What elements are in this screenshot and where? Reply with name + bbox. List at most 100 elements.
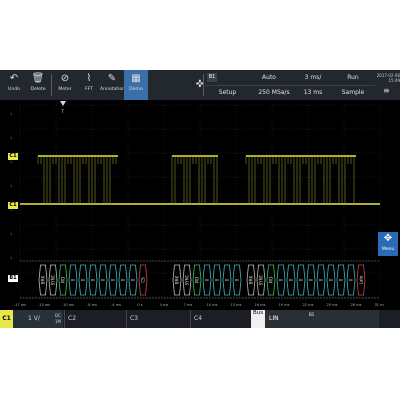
demo-icon: ▦ [131,73,141,84]
time-axis-label: -8 ms [87,303,97,307]
time-axis-label: -10 ms [62,303,75,307]
menu-icon: ✥ [383,233,393,244]
meter-icon: ⊘ [60,73,70,84]
acq-mode[interactable]: Sample [330,85,376,100]
time-axis-label: -4 ms [111,303,121,307]
decode-token-label: 0 [279,278,284,281]
c4-channel-tab[interactable]: C4 [190,310,251,328]
fft-button[interactable]: ⌇ FFT [77,70,101,100]
decode-token-label: BRK [249,276,254,285]
waveform-area[interactable]: 11111111TBRKSYNCPID0000000CSBRKSYNCPID00… [8,101,384,309]
time-axis-label: 22 ms [302,303,313,307]
c4-label: C4 [194,315,203,322]
datetime: 2017-02-06 15:49 [376,73,400,83]
bus-protocol-tab[interactable]: LIN B1 [265,310,379,328]
time-axis-label: 28 ms [350,303,361,307]
decode-token-label: BRK [175,276,180,285]
axis-tick-label: 1 [10,256,12,260]
decode-token-label: 0 [91,278,96,281]
decode-token-label: 0 [289,278,294,281]
meter-label: Meter [58,87,72,92]
time-axis-label: -17 ms [14,303,27,307]
time-axis-label: 19 ms [278,303,289,307]
axis-tick-label: 1 [10,112,12,116]
c1-upper-label: C1 T [8,153,18,166]
decode-token-label: 0 [319,278,324,281]
sample-rate: 250 MSa/s [258,89,290,96]
axis-tick-label: 1 [10,136,12,140]
setup-button[interactable]: Setup [205,85,250,100]
decode-token-label: 0 [225,278,230,281]
undo-label: Undo [7,87,20,92]
c1-channel-tab[interactable]: C1 1 V/ DC 1M [0,310,63,328]
c2-channel-tab[interactable]: C2 [64,310,125,328]
c3-label: C3 [130,315,139,322]
decode-token-label: 0 [205,278,210,281]
trigger-mode[interactable]: Auto [240,70,298,85]
decode-token-label: PID [195,277,200,284]
undo-icon: ↶ [9,73,19,84]
c3-channel-tab[interactable]: C3 [126,310,187,328]
demo-button[interactable]: ▦ Demo [124,70,148,100]
decode-token-label: 0 [121,278,126,281]
decode-token-label: SYNC [51,274,56,285]
oscilloscope-screen: ↶ Undo 🗑 Delete ⊘ Meter ⌇ FFT ✎ Annotati… [0,70,400,328]
run-state[interactable]: Run [330,70,376,85]
time-axis-label: 10 ms [206,303,217,307]
c1-scale: 1 V/ [28,315,40,322]
meter-button[interactable]: ⊘ Meter [53,70,77,100]
decode-token-label: SYNC [259,274,264,285]
delete-button[interactable]: 🗑 Delete [26,70,50,100]
bus-tag[interactable]: Bus [251,310,265,328]
decode-token-label: 0 [329,278,334,281]
trash-icon: 🗑 [31,73,45,84]
time-axis-label: 7 ms [184,303,193,307]
c1-label: C1 [8,202,18,209]
decode-token-label: SYNC [185,274,190,285]
decode-token-label: 0 [299,278,304,281]
c2-label: C2 [68,315,77,322]
time-axis-label: 13 ms [230,303,241,307]
annotation-label: Annotation [100,87,126,92]
decode-token-label: Late [359,275,364,284]
decode-token-label: 0 [101,278,106,281]
decode-token-label: CS [141,277,146,283]
trigger-marker-label: T [61,109,65,114]
axis-tick-label: 1 [10,184,12,188]
bus-id: B1 [309,312,315,317]
menu-button[interactable]: ✥ Menu [378,232,398,256]
decode-token-label: 0 [215,278,220,281]
bus-tag-text: Bus [252,310,264,316]
decode-token-label: 0 [111,278,116,281]
channel-bar: C1 1 V/ DC 1M C2 C3 C4 Bus LIN B1 [0,310,400,328]
record-time: 13 ms [303,89,323,96]
source-badge: B1 [207,73,217,82]
time-text: 15:49 [388,78,400,83]
b1-label: B1 [8,275,18,282]
toolbar-divider [203,74,204,96]
hamburger-icon[interactable]: ≡ [383,86,395,95]
decode-token-label: 0 [71,278,76,281]
time-scale[interactable]: 3 ms/ [298,70,328,85]
decode-token-label: 0 [349,278,354,281]
decode-token-label: 0 [235,278,240,281]
decode-token-label: PID [269,277,274,284]
time-axis-label: -13 ms [38,303,51,307]
decode-token-label: PID [61,277,66,284]
time-axis-label: 25 ms [326,303,337,307]
c1-coupling: DC 1M [55,313,61,324]
axis-tick-label: 1 [10,232,12,236]
time-axis-label: 16 ms [254,303,265,307]
menu-label: Menu [381,247,395,252]
time-axis-label: 31 ms [374,303,384,307]
undo-button[interactable]: ↶ Undo [2,70,26,100]
toolbar-divider [51,74,52,96]
c1-tag: C1 [0,310,13,328]
annotation-button[interactable]: ✎ Annotation [100,70,126,100]
decode-token-label: 0 [81,278,86,281]
decode-token-label: 0 [339,278,344,281]
annotation-icon: ✎ [107,73,117,84]
time-axis-label: 4 ms [160,303,169,307]
decode-token-label: 0 [309,278,314,281]
fft-label: FFT [84,87,93,92]
